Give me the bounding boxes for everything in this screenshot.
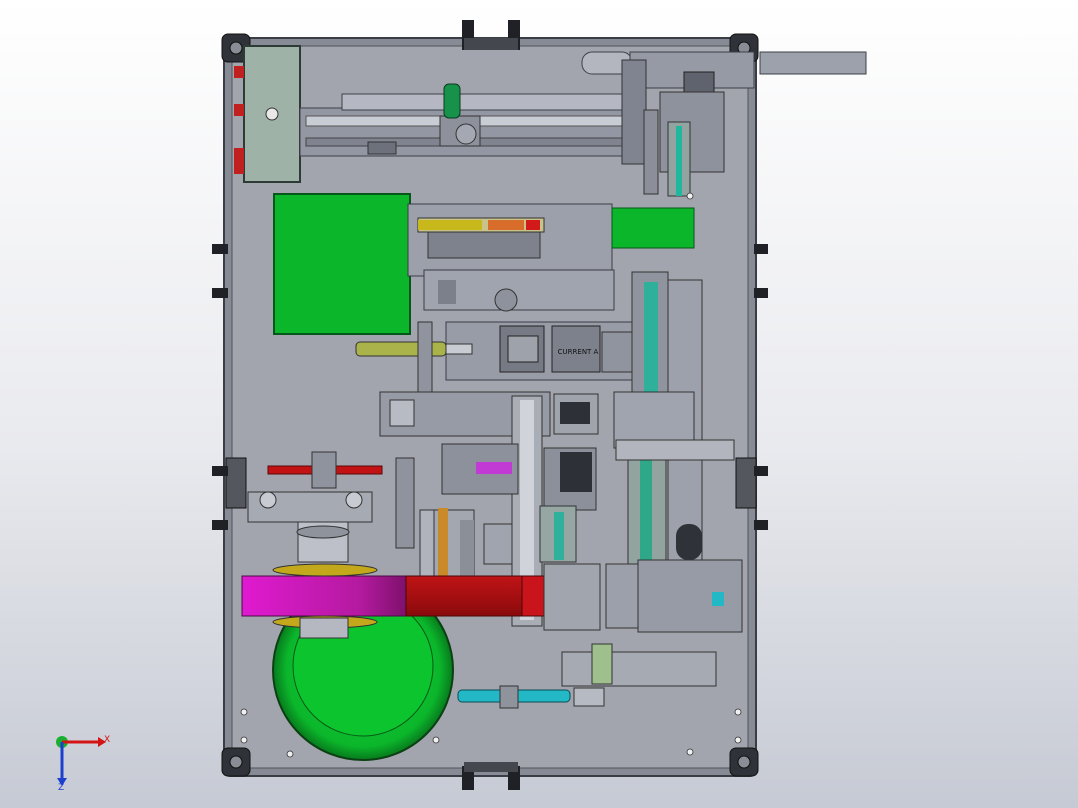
assembly-view[interactable]: CURRENT A X Z (0, 0, 1078, 808)
top-linear-rail (299, 83, 641, 157)
triad-x-label: X (104, 735, 110, 745)
control-box (234, 45, 301, 183)
module-label: CURRENT A (558, 348, 599, 356)
green-sheet (273, 193, 411, 335)
lower-right-module (543, 559, 743, 687)
cad-viewport[interactable]: CURRENT A X Z (0, 0, 1078, 808)
axis-triad: X Z (56, 735, 110, 793)
triad-z-label: Z (58, 783, 64, 793)
